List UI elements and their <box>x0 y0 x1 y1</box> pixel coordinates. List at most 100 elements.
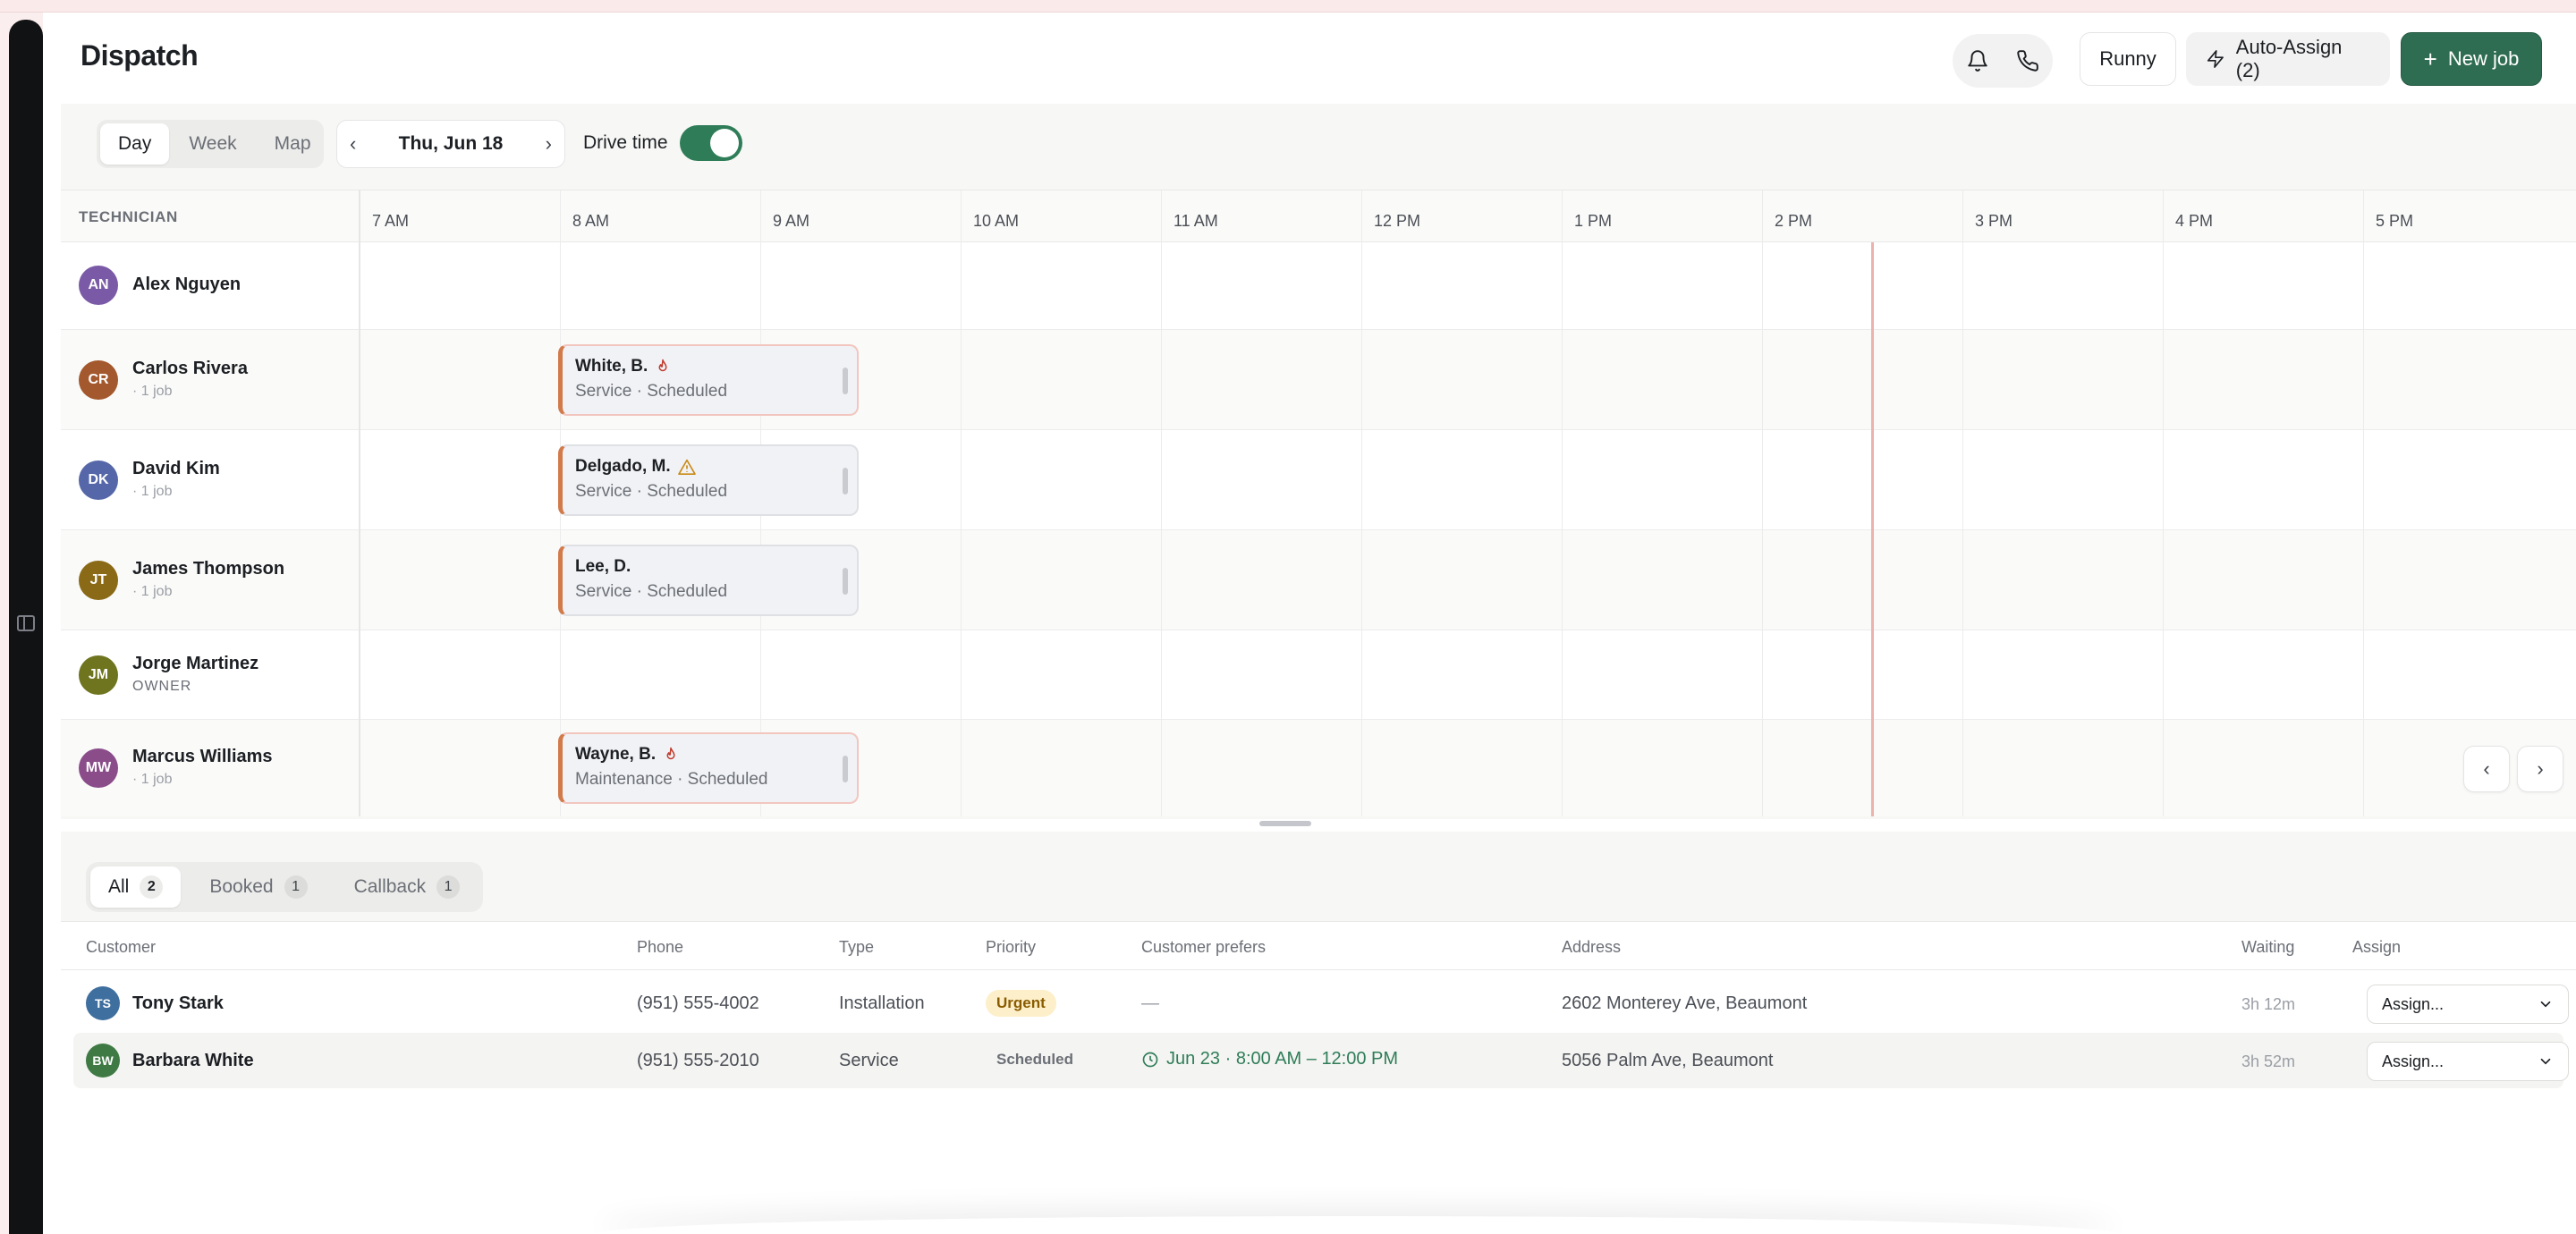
bell-icon <box>1968 50 1987 72</box>
technician-name: James Thompson <box>132 559 285 579</box>
job-card[interactable]: White, B. Service · Scheduled <box>558 344 859 416</box>
flame-icon <box>658 359 667 372</box>
clock-icon <box>1142 1052 1158 1067</box>
queue-table: Customer Phone Type Priority Customer pr… <box>61 921 2576 1234</box>
phone-icon <box>2017 50 2038 72</box>
address: 5056 Palm Ave, Beaumont <box>1562 1051 1774 1070</box>
technician-name: David Kim <box>132 459 220 478</box>
column-header: Address <box>1562 938 1622 956</box>
dispatch-app: Dispatch Runny Auto-Assign (2) + New job… <box>43 13 2576 1234</box>
technician-name: Marcus Williams <box>132 747 273 766</box>
customer-prefers: Jun 23 · 8:00 AM – 12:00 PM <box>1141 1049 1398 1069</box>
queue-tab-all[interactable]: All 2 <box>90 866 182 908</box>
notifications-button[interactable] <box>1953 34 2003 88</box>
phone-button[interactable] <box>2003 34 2053 88</box>
avatar: JM <box>79 655 118 695</box>
hour-divider <box>1562 190 1563 816</box>
hour-divider <box>2363 190 2364 816</box>
column-header: Priority <box>986 938 1037 956</box>
job-details: Service · Scheduled <box>575 382 728 401</box>
queue-tab-callback[interactable]: Callback 1 <box>336 866 479 908</box>
hour-divider <box>961 190 962 816</box>
avatar: AN <box>79 266 118 305</box>
job-resize-handle[interactable] <box>843 568 848 595</box>
count-badge: 2 <box>140 875 164 899</box>
schedule-grid: TECHNICIAN 7 AM 8 AM 9 AM 10 AM 11 AM 12… <box>61 190 2576 816</box>
address: 2602 Monterey Ave, Beaumont <box>1562 993 1808 1013</box>
queue-tab-booked[interactable]: Booked 1 <box>191 866 325 908</box>
job-card[interactable]: Wayne, B. Maintenance · Scheduled <box>558 732 859 804</box>
technician-row: AN Alex Nguyen <box>61 242 2576 330</box>
job-card[interactable]: Delgado, M. Service · Scheduled <box>558 444 859 516</box>
table-row[interactable]: BW Barbara White (951) 555-2010 Service … <box>73 1033 2569 1088</box>
queue-tabs: All 2 Booked 1 Callback 1 <box>86 862 483 912</box>
technician-row: JM Jorge Martinez OWNER <box>61 630 2576 720</box>
drive-time-label: Drive time <box>583 132 668 153</box>
column-header: Type <box>839 938 875 956</box>
flame-icon <box>666 747 675 760</box>
page-title: Dispatch <box>80 39 199 72</box>
avatar: BW <box>86 1044 120 1078</box>
technician-job-count: · 1 job <box>132 384 173 399</box>
hour-label: 11 AM <box>1174 212 1218 230</box>
job-customer: Delgado, M. <box>575 457 671 476</box>
customer-prefers: — <box>1141 993 1159 1013</box>
technician-row: MW Marcus Williams · 1 job <box>61 720 2576 816</box>
chevron-left-icon[interactable]: ‹ <box>350 132 356 156</box>
job-card[interactable]: Lee, D. Service · Scheduled <box>558 545 859 616</box>
hour-label: 3 PM <box>1975 212 2013 230</box>
scroll-left-button[interactable]: ‹ <box>2463 746 2510 792</box>
view-tab-day[interactable]: Day <box>100 123 170 165</box>
assign-select-value: Assign... <box>2382 1052 2445 1070</box>
sidebar-toggle-icon[interactable] <box>17 615 35 631</box>
phone-number: (951) 555-4002 <box>637 993 759 1013</box>
header-icon-group <box>1953 34 2053 88</box>
assign-select[interactable]: Assign... <box>2367 985 2569 1024</box>
lightning-icon <box>2207 50 2224 68</box>
queue-tab-label: All <box>108 876 130 897</box>
auto-assign-button[interactable]: Auto-Assign (2) <box>2186 32 2390 86</box>
avatar: TS <box>86 986 120 1020</box>
hour-divider <box>1361 190 1362 816</box>
user-button-label: Runny <box>2099 47 2157 70</box>
technician-name: Alex Nguyen <box>132 275 242 294</box>
view-tab-week[interactable]: Week <box>171 123 254 165</box>
customer-name: Tony Stark <box>132 993 224 1013</box>
unassigned-queue: All 2 Booked 1 Callback 1 Customer Phone… <box>61 832 2576 1234</box>
count-badge: 1 <box>436 875 461 899</box>
technician-column-header: TECHNICIAN <box>79 208 178 225</box>
panel-resize-handle[interactable] <box>1259 821 1311 826</box>
drive-time-toggle[interactable] <box>680 125 742 161</box>
sidebar-rail <box>9 20 43 1234</box>
current-time-indicator <box>1871 242 1874 816</box>
job-resize-handle[interactable] <box>843 468 848 494</box>
date-navigator: ‹ Thu, Jun 18 › <box>336 120 565 168</box>
job-customer: Wayne, B. <box>575 745 657 764</box>
user-button[interactable]: Runny <box>2080 32 2176 86</box>
count-badge: 1 <box>284 875 308 899</box>
chevron-right-icon: › <box>2537 757 2544 780</box>
column-header: Assign <box>2352 938 2402 956</box>
technician-row: DK David Kim · 1 job <box>61 430 2576 530</box>
new-job-button[interactable]: + New job <box>2401 32 2542 86</box>
hour-label: 10 AM <box>973 212 1020 230</box>
view-tab-map[interactable]: Map <box>257 123 329 165</box>
scroll-right-button[interactable]: › <box>2517 746 2563 792</box>
queue-tab-label: Booked <box>209 876 274 897</box>
assign-select[interactable]: Assign... <box>2367 1042 2569 1081</box>
waiting-time: 3h 12m <box>2241 995 2296 1013</box>
hour-divider <box>1161 190 1162 816</box>
queue-table-header: Customer Phone Type Priority Customer pr… <box>61 922 2576 970</box>
hour-label: 12 PM <box>1374 212 1421 230</box>
hour-label: 7 AM <box>372 212 410 230</box>
avatar: JT <box>79 561 118 600</box>
hour-divider <box>1962 190 1963 816</box>
job-resize-handle[interactable] <box>843 368 848 394</box>
preferred-window: Jun 23 · 8:00 AM – 12:00 PM <box>1166 1049 1399 1069</box>
job-resize-handle[interactable] <box>843 756 848 782</box>
chevron-right-icon[interactable]: › <box>546 132 552 156</box>
technician-row: CR Carlos Rivera · 1 job <box>61 330 2576 430</box>
assign-select-value: Assign... <box>2382 994 2445 1013</box>
table-row[interactable]: TS Tony Stark (951) 555-4002 Installatio… <box>73 976 2569 1031</box>
technician-job-count: · 1 job <box>132 584 173 599</box>
